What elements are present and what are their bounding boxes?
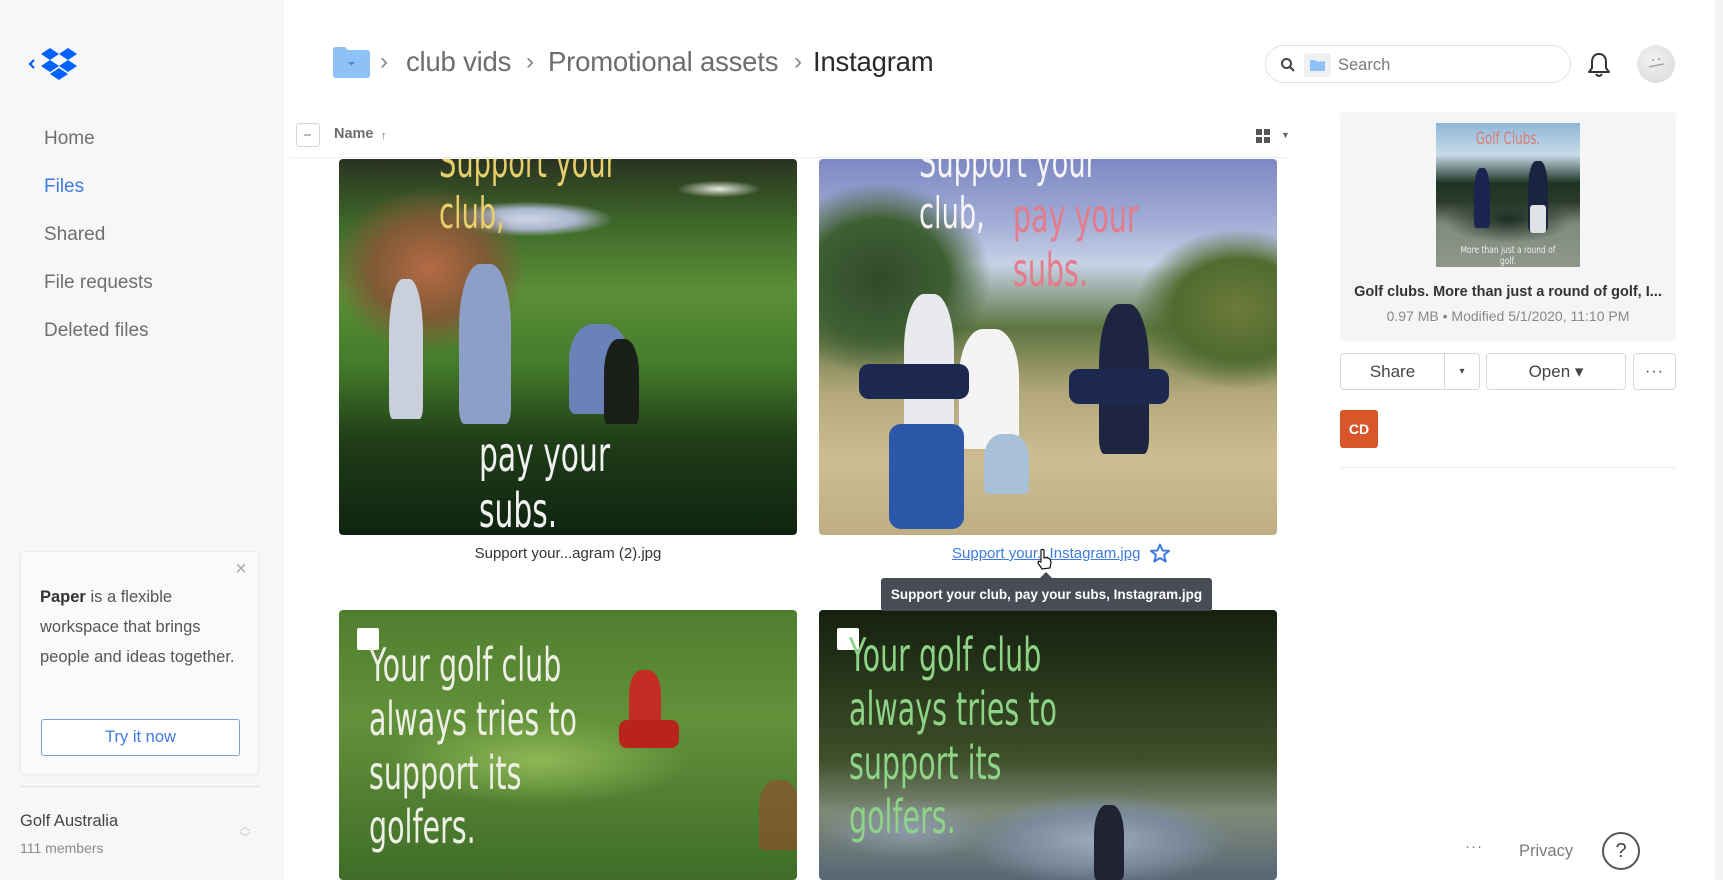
photo-blur — [759, 780, 797, 850]
photo-figure — [459, 264, 511, 424]
file-tile[interactable]: Support your club, pay your subs. — [339, 159, 797, 535]
view-options-caret-icon[interactable]: ▼ — [1281, 130, 1290, 140]
photo-figure — [1530, 205, 1546, 233]
panel-divider — [1340, 467, 1676, 468]
grid-view-icon[interactable] — [1255, 128, 1271, 144]
breadcrumb-instagram: Instagram — [813, 46, 934, 77]
overlay-line: Your golf club — [369, 638, 562, 692]
sidebar-item-file-requests[interactable]: File requests — [44, 272, 153, 294]
star-icon[interactable] — [1150, 543, 1170, 563]
chevron-left-icon[interactable] — [28, 59, 35, 69]
sidebar-item-files[interactable]: Files — [44, 176, 84, 198]
breadcrumb-separator: › — [526, 48, 534, 75]
image-overlay-text: Support your club, — [439, 159, 617, 239]
open-button[interactable]: Open ▾ — [1486, 353, 1626, 390]
file-name[interactable]: Support your...agram (2).jpg — [339, 545, 797, 562]
image-overlay-text: Your golf club always tries to support i… — [369, 638, 634, 854]
file-tile[interactable]: Support your club, pay your subs. — [819, 159, 1277, 535]
footer-more-icon[interactable]: ··· — [1465, 838, 1483, 855]
breadcrumb-separator: › — [794, 48, 802, 75]
column-header-name[interactable]: Name — [334, 126, 374, 142]
search-scope-folder-icon[interactable] — [1304, 53, 1331, 77]
scrollbar-track[interactable] — [1715, 0, 1723, 880]
file-tile[interactable]: Your golf club always tries to support i… — [819, 610, 1277, 880]
paper-promo-text: Paper is a flexible workspace that bring… — [40, 582, 245, 672]
photo-figure — [389, 279, 423, 419]
breadcrumb-promotional-assets[interactable]: Promotional assets — [548, 46, 778, 78]
bell-icon[interactable] — [1586, 51, 1612, 79]
paper-promo-card: × Paper is a flexible workspace that bri… — [20, 551, 259, 775]
breadcrumb-club-vids[interactable]: club vids — [406, 46, 511, 78]
sidebar-item-shared[interactable]: Shared — [44, 224, 105, 246]
sidebar-divider — [20, 786, 260, 787]
team-name[interactable]: Golf Australia — [20, 812, 118, 831]
folder-icon[interactable] — [333, 47, 370, 78]
avatar[interactable] — [1637, 45, 1675, 83]
preview-thumb-subtitle: More than just a round of golf. — [1460, 245, 1556, 267]
search-icon — [1281, 58, 1295, 72]
overlay-line: Your golf club always tries to — [849, 628, 1057, 736]
sort-ascending-icon[interactable]: ↑ — [381, 130, 387, 142]
preview-thumb-title: Golf Clubs. — [1475, 129, 1541, 149]
breadcrumb-separator: › — [380, 48, 388, 75]
team-switcher-chevron-icon[interactable]: ︿ ﹀ — [238, 822, 252, 848]
preview-file-meta: 0.97 MB • Modified 5/1/2020, 11:10 PM — [1386, 308, 1630, 324]
try-it-now-button[interactable]: Try it now — [41, 719, 240, 756]
image-overlay-text: Your golf club always tries to support i… — [849, 628, 1114, 844]
overlay-line: always tries to — [369, 692, 577, 746]
dropbox-logo-icon[interactable] — [28, 46, 88, 82]
privacy-link[interactable]: Privacy — [1519, 842, 1573, 861]
photo-figure — [984, 434, 1029, 494]
photo-golf-trolley — [889, 424, 964, 529]
photo-figure — [1474, 168, 1490, 228]
team-members-count: 111 members — [20, 840, 104, 856]
filename-tooltip: Support your club, pay your subs, Instag… — [881, 572, 1212, 611]
preview-thumbnail[interactable]: Golf Clubs. More than just a round of go… — [1436, 123, 1580, 267]
file-tile[interactable]: Your golf club always tries to support i… — [339, 610, 797, 880]
file-preview-card: Golf Clubs. More than just a round of go… — [1340, 112, 1676, 341]
share-button[interactable]: Share — [1340, 353, 1445, 390]
paper-promo-bold: Paper — [40, 588, 86, 606]
member-avatar-badge[interactable]: CD — [1340, 410, 1378, 448]
photo-golf-bag — [859, 364, 969, 399]
overlay-line: support its golfers. — [369, 746, 522, 854]
more-actions-button[interactable]: ··· — [1633, 353, 1676, 390]
photo-figure — [604, 339, 639, 424]
overlay-line: support its golfers. — [849, 736, 1002, 844]
share-options-caret-icon[interactable]: ▾ — [1444, 353, 1480, 390]
close-icon[interactable]: × — [232, 559, 250, 579]
image-overlay-text: pay your subs. — [479, 427, 611, 535]
search-input[interactable] — [1338, 54, 1558, 76]
select-all-checkbox[interactable] — [296, 123, 320, 147]
list-header-divider — [290, 157, 1290, 158]
sidebar-item-home[interactable]: Home — [44, 128, 95, 150]
sidebar-item-deleted-files[interactable]: Deleted files — [44, 320, 149, 342]
photo-golf-bag — [1069, 369, 1169, 404]
hand-cursor-icon — [1037, 548, 1052, 570]
sidebar: Home Files Shared File requests Deleted … — [0, 0, 284, 880]
search-box[interactable] — [1265, 45, 1571, 83]
help-icon[interactable]: ? — [1602, 832, 1640, 870]
image-overlay-text: pay your subs. — [1013, 189, 1139, 297]
preview-file-name: Golf clubs. More than just a round of go… — [1354, 284, 1662, 300]
